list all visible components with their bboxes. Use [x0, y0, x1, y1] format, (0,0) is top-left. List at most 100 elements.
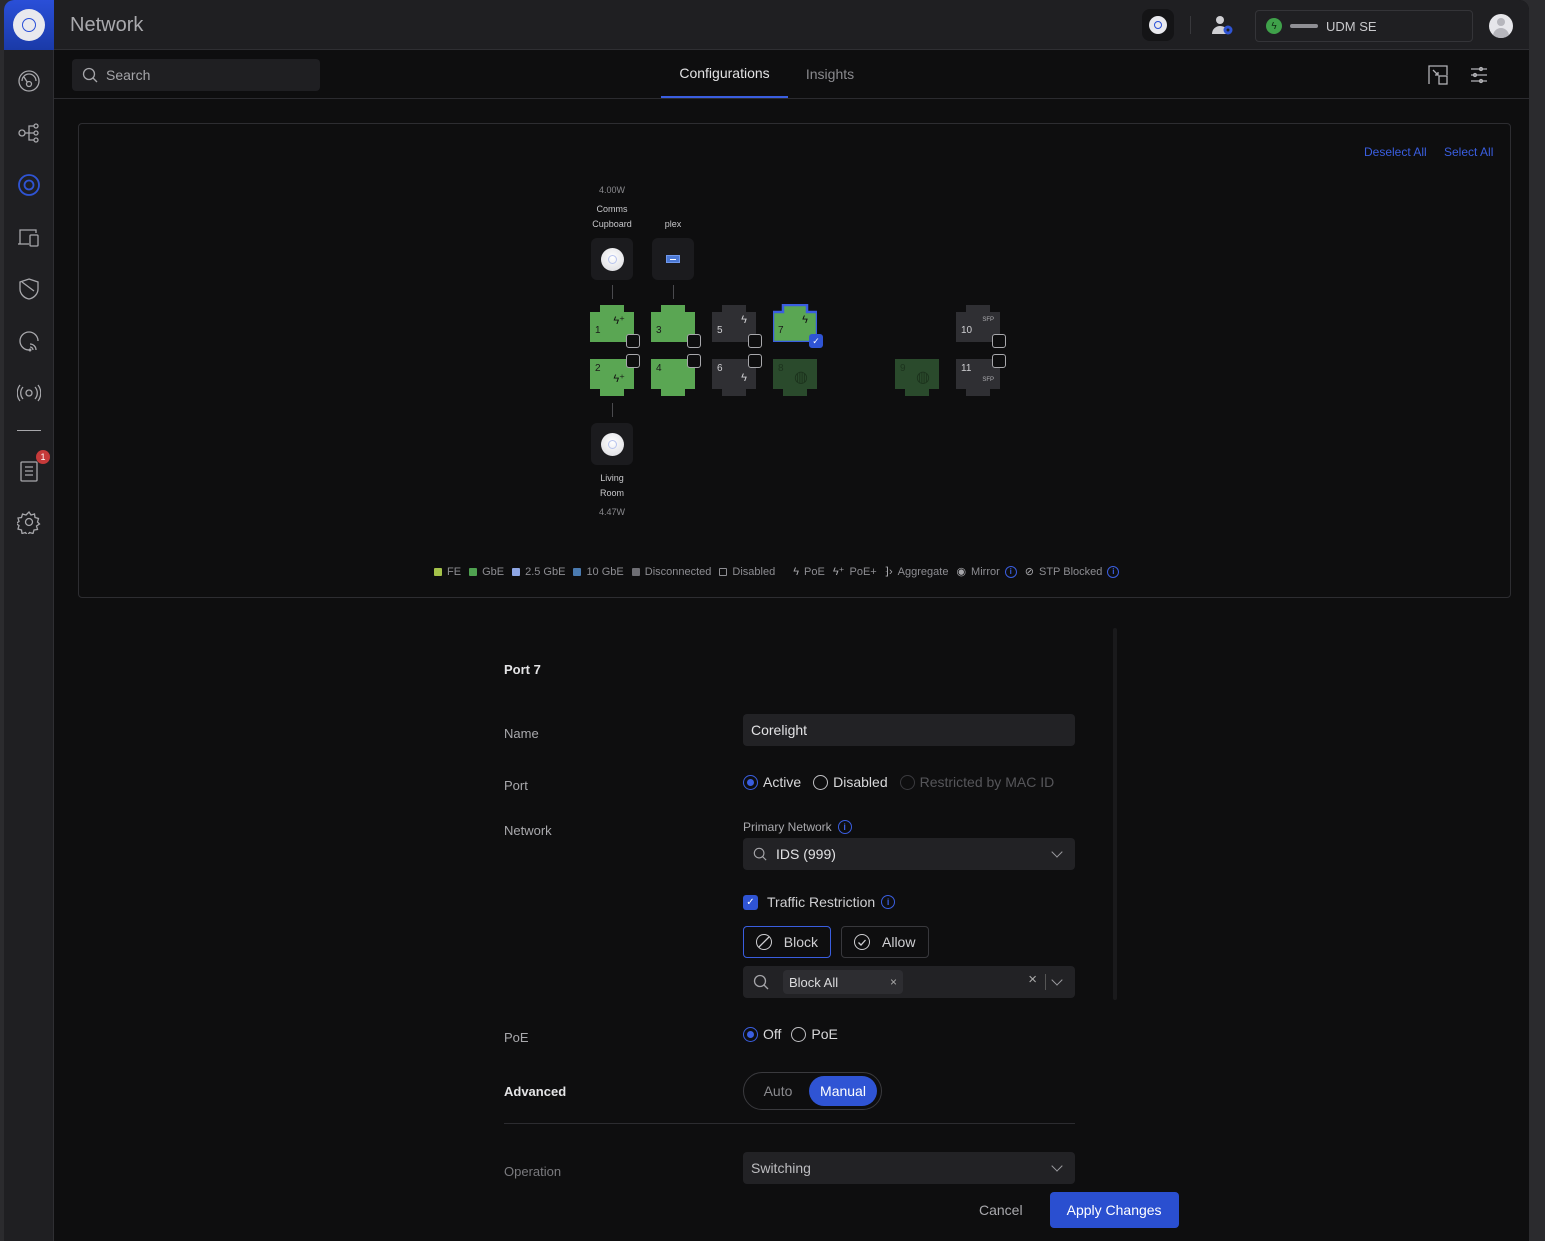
sidebar-divider: [17, 430, 41, 431]
port-checkbox-6[interactable]: [748, 354, 762, 368]
port-label: Port: [504, 778, 528, 793]
legend-mirror: ◉ Mirror i: [956, 565, 1017, 578]
tab-insights[interactable]: Insights: [800, 50, 860, 98]
remove-tag-icon[interactable]: ×: [890, 975, 897, 989]
radio-icon: [17, 384, 41, 402]
sfp-label: SFP: [982, 377, 994, 383]
sub-bar: Search Configurations Insights: [54, 50, 1529, 99]
allow-button[interactable]: Allow: [841, 926, 929, 958]
port-checkbox-10[interactable]: [992, 334, 1006, 348]
form-scrollbar[interactable]: [1113, 628, 1117, 1000]
blocked-icon: ⊘: [1024, 566, 1034, 578]
unifi-device-icon[interactable]: [1142, 9, 1174, 41]
port-number: 5: [717, 325, 723, 336]
legend-stp-blocked: ⊘ STP Blocked i: [1025, 565, 1120, 578]
advanced-manual-option[interactable]: Manual: [809, 1076, 877, 1106]
restriction-tag: Block All ×: [783, 970, 903, 994]
switch-port-8[interactable]: 8 ◍: [773, 359, 817, 397]
tab-configurations[interactable]: Configurations: [661, 50, 788, 98]
radio-poe[interactable]: PoE: [791, 1026, 838, 1042]
access-point-device[interactable]: [591, 423, 633, 465]
info-icon[interactable]: i: [1004, 565, 1017, 578]
port-checkbox-1[interactable]: [626, 334, 640, 348]
primary-network-select[interactable]: IDS (999): [743, 838, 1075, 870]
fit-view-icon[interactable]: [1428, 65, 1448, 85]
port-checkbox-2[interactable]: [626, 354, 640, 368]
sidebar: 1: [4, 50, 54, 1241]
traffic-restriction-checkbox[interactable]: ✓: [743, 894, 758, 910]
sidebar-item-logs[interactable]: 1: [16, 450, 50, 484]
port-checkbox-5[interactable]: [748, 334, 762, 348]
legend-poe-plus: ϟ⁺ PoE+: [832, 565, 877, 579]
radio-poe-off[interactable]: Off: [743, 1026, 781, 1042]
advanced-auto-option[interactable]: Auto: [747, 1076, 809, 1106]
chevron-down-icon[interactable]: [1051, 974, 1063, 986]
radio-restricted-mac: Restricted by MAC ID: [899, 774, 1054, 790]
connector-line: [612, 285, 613, 299]
info-icon[interactable]: i: [1107, 565, 1120, 578]
operation-select[interactable]: Switching: [743, 1152, 1075, 1184]
radio-disabled[interactable]: Disabled: [813, 774, 888, 790]
legend-gbe: GbE: [469, 566, 504, 578]
gear-icon: [17, 510, 41, 534]
device-label: Living Room: [599, 473, 624, 498]
chevron-down-icon: [1051, 1160, 1063, 1172]
sidebar-item-topology[interactable]: [16, 120, 42, 146]
sidebar-item-dashboard[interactable]: [16, 68, 42, 94]
unifi-logo[interactable]: [4, 0, 54, 50]
device-power: 4.00W: [598, 185, 625, 195]
restriction-select[interactable]: Block All × ×: [743, 966, 1075, 998]
connector-line: [612, 403, 613, 417]
avatar-icon[interactable]: [1489, 14, 1513, 38]
port-number: 3: [656, 325, 662, 336]
server-device[interactable]: [652, 238, 694, 280]
operation-value: Switching: [751, 1160, 811, 1176]
chevron-down-icon: [1051, 846, 1063, 858]
port-checkbox-11[interactable]: [992, 354, 1006, 368]
sidebar-item-radios[interactable]: [16, 380, 42, 406]
info-icon[interactable]: i: [837, 820, 852, 834]
unifi-devices-icon: [18, 174, 40, 196]
clear-icon[interactable]: ×: [1028, 971, 1037, 988]
sidebar-item-unifi-devices[interactable]: [16, 172, 42, 198]
logs-icon: [20, 461, 38, 482]
filter-settings-icon[interactable]: [1469, 65, 1489, 85]
device-power: 4.47W: [598, 507, 625, 517]
port-checkbox-7[interactable]: ✓: [809, 334, 823, 348]
admin-settings-icon[interactable]: [1210, 13, 1234, 37]
port-diagram: 4.00W Comms Cupboard plex Living Room 4.47…: [79, 124, 1512, 599]
apply-changes-button[interactable]: Apply Changes: [1049, 1192, 1179, 1228]
primary-network-label: Primary Network i: [743, 820, 852, 834]
sidebar-item-settings[interactable]: [16, 509, 42, 535]
info-icon[interactable]: i: [881, 895, 896, 909]
primary-network-value: IDS (999): [776, 846, 836, 862]
port-number: 1: [595, 325, 601, 336]
switch-port-9[interactable]: 9 ◍: [895, 359, 939, 397]
legend-2-5gbe: 2.5 GbE: [512, 566, 565, 578]
app-title: Network: [70, 14, 144, 36]
sidebar-item-security[interactable]: [16, 276, 42, 302]
aggregate-icon: ⁆›: [884, 566, 893, 578]
access-point-device[interactable]: [591, 238, 633, 280]
dashboard-icon: [18, 70, 40, 92]
port-number: 4: [656, 363, 662, 374]
poe-label: PoE: [504, 1030, 529, 1045]
traffic-restriction: ✓ Traffic Restriction i: [743, 894, 896, 910]
port-checkbox-4[interactable]: [687, 354, 701, 368]
cancel-button[interactable]: Cancel: [979, 1202, 1023, 1218]
shield-icon: [19, 278, 39, 300]
console-name: UDM SE: [1326, 18, 1377, 34]
port-name-input[interactable]: Corelight: [743, 714, 1075, 746]
poe-radios: Off PoE: [743, 1026, 850, 1042]
console-selector[interactable]: ϟ UDM SE: [1255, 10, 1473, 42]
network-label: Network: [504, 823, 552, 838]
sidebar-item-client-devices[interactable]: [16, 224, 42, 250]
port-checkbox-3[interactable]: [687, 334, 701, 348]
sidebar-item-insights[interactable]: [16, 328, 42, 354]
block-button[interactable]: Block: [743, 926, 831, 958]
port-number: 9: [900, 363, 906, 374]
power-icon: ϟ: [1266, 18, 1282, 34]
search-input[interactable]: Search: [72, 59, 320, 91]
app-window: Network ϟ UDM SE 1 Search Configurations…: [4, 0, 1529, 1241]
radio-active[interactable]: Active: [743, 774, 801, 790]
